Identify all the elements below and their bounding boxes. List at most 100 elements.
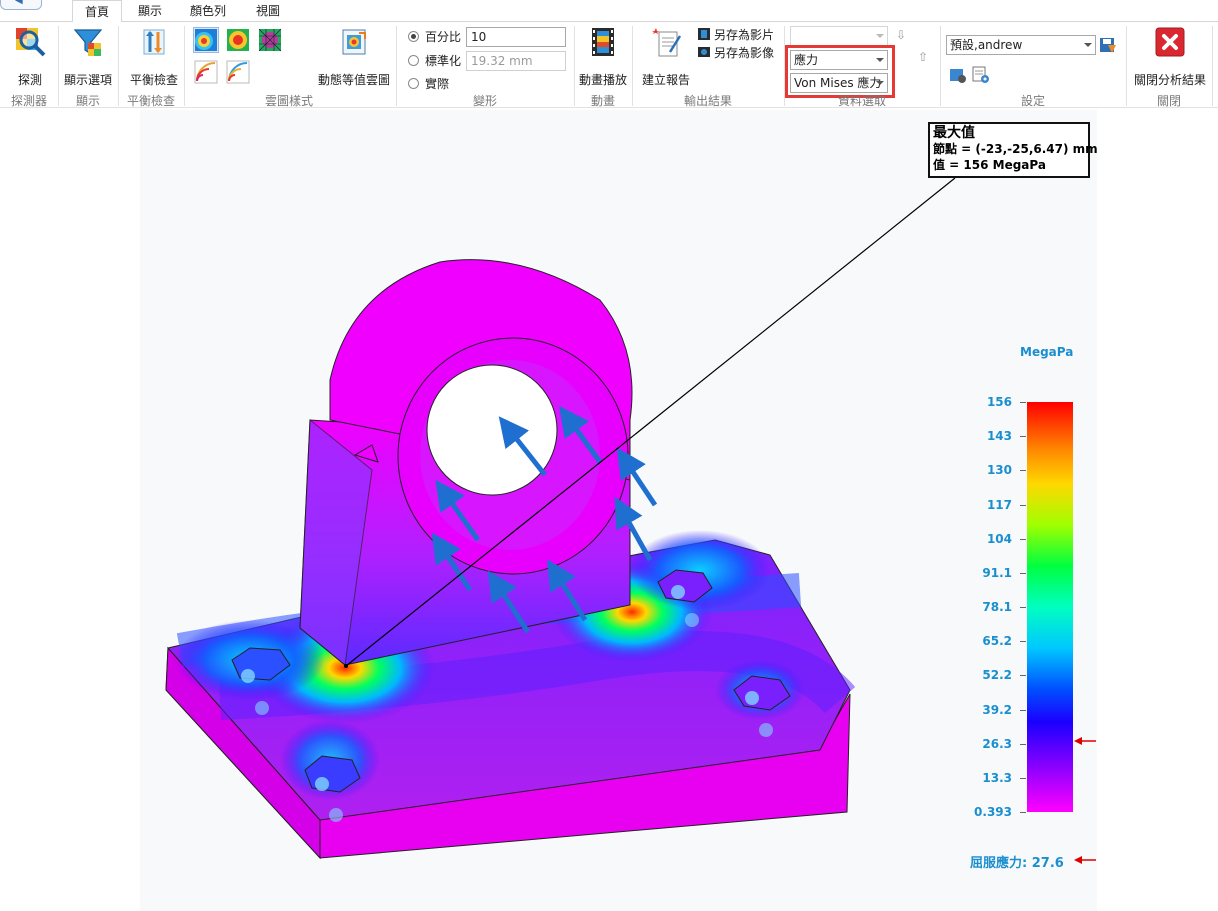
legend-tick-mark xyxy=(1020,607,1026,608)
filled-line-contour-icon xyxy=(226,60,250,84)
legend-color-bar xyxy=(1027,402,1073,812)
legend-tick-mark xyxy=(1020,402,1026,403)
dynamic-contour-icon xyxy=(342,29,366,55)
legend-tick-mark xyxy=(1020,743,1026,745)
save-settings-icon[interactable] xyxy=(1099,36,1117,54)
legend-tick-mark xyxy=(1020,504,1026,506)
close-x-icon xyxy=(1155,27,1185,57)
legend-tick-label: 65.2 xyxy=(982,634,1012,649)
highlight-box xyxy=(785,45,895,98)
legend-tick-label: 143 xyxy=(986,429,1012,444)
film-icon xyxy=(592,28,614,56)
yield-label-arrow-icon xyxy=(1074,856,1096,864)
animation-play-button[interactable]: 動畫播放 xyxy=(579,26,627,87)
create-report-button[interactable]: 建立報告 xyxy=(642,26,690,87)
legend-tick-label: 130 xyxy=(986,463,1012,478)
legend-tick-mark xyxy=(1020,538,1026,540)
app-menu-button[interactable]: ◀ xyxy=(0,0,42,10)
prev-up-arrow-icon[interactable]: ⇧ xyxy=(918,50,928,64)
probe-button-label: 探測 xyxy=(17,73,43,87)
yield-stress-label: 屈服應力: 27.6 xyxy=(970,856,1064,871)
legend-tick-label: 26.3 xyxy=(982,736,1012,751)
max-value-callout: 最大值 節點 = (-23,-25,6.47) mm 值 = 156 MegaP… xyxy=(928,122,1098,178)
group-label-animation: 動畫 xyxy=(590,94,615,108)
magnifier-icon xyxy=(16,28,46,57)
tab-color-bar[interactable]: 顏色列 xyxy=(178,0,238,22)
next-down-arrow-icon[interactable]: ⇩ xyxy=(896,28,906,42)
callout-title: 最大值 xyxy=(933,125,975,141)
profile-value: 預設,andrew xyxy=(950,38,1023,52)
contour-style-filled[interactable] xyxy=(193,27,219,53)
legend-tick-label: 91.1 xyxy=(982,565,1012,580)
deform-normalized-label: 標準化 xyxy=(425,54,462,68)
display-options-label: 顯示選項 xyxy=(63,73,113,87)
deform-percent-label: 百分比 xyxy=(425,30,462,44)
result-set-select[interactable] xyxy=(790,26,888,46)
group-label-output: 輸出結果 xyxy=(683,94,732,108)
filled-contour-icon xyxy=(195,29,217,51)
gear-icon[interactable] xyxy=(972,66,990,84)
close-analysis-label: 關閉分析結果 xyxy=(1133,73,1207,87)
save-as-movie-button[interactable]: 另存為影片 xyxy=(714,26,774,43)
legend-unit: MegaPa xyxy=(1020,345,1074,359)
legend-tick-mark xyxy=(1020,572,1026,574)
smooth-contour-icon xyxy=(227,29,249,51)
close-analysis-button[interactable]: 關閉分析結果 xyxy=(1134,26,1206,87)
deform-normalized-input[interactable]: 19.32 mm xyxy=(466,51,566,71)
balance-check-icon xyxy=(143,29,165,55)
legend-tick-label: 104 xyxy=(986,531,1012,546)
balance-check-button[interactable]: 平衡檢查 xyxy=(130,26,178,87)
group-label-settings: 設定 xyxy=(1020,94,1045,108)
dynamic-contour-button[interactable]: 動態等值雲圖 xyxy=(318,26,390,87)
ribbon-tab-bar: ◀ 首頁 顯示 顏色列 視圖 xyxy=(0,0,1218,23)
group-label-close: 關閉 xyxy=(1156,94,1181,108)
balance-check-label: 平衡檢查 xyxy=(129,73,179,87)
contour-style-filled-lines[interactable] xyxy=(226,60,250,84)
callout-node: 節點 = (-23,-25,6.47) mm xyxy=(933,142,1098,156)
deform-actual-radio[interactable] xyxy=(408,78,419,89)
probe-button[interactable]: 探測 xyxy=(10,26,50,87)
save-image-icon xyxy=(698,47,710,57)
contour-style-mesh[interactable] xyxy=(258,28,282,52)
callout-value: 值 = 156 MegaPa xyxy=(933,158,1046,172)
animation-play-label: 動畫播放 xyxy=(578,73,628,87)
legend-tick-label: 13.3 xyxy=(982,770,1012,785)
group-label-deform: 變形 xyxy=(472,94,497,108)
contour-style-smooth[interactable] xyxy=(226,28,250,52)
group-label-probe: 探測器 xyxy=(10,94,47,108)
deform-normalized-radio[interactable] xyxy=(408,55,419,66)
line-contour-icon xyxy=(194,60,218,84)
dynamic-contour-label: 動態等值雲圖 xyxy=(317,73,391,87)
tab-view[interactable]: 視圖 xyxy=(244,0,292,22)
legend-tick-label: 52.2 xyxy=(982,668,1012,683)
legend-tick-mark xyxy=(1020,641,1026,643)
tab-home[interactable]: 首頁 xyxy=(72,0,123,23)
group-label-data-selection: 資料選取 xyxy=(837,94,886,108)
report-icon xyxy=(652,28,682,57)
legend-tick-mark xyxy=(1020,777,1026,779)
deform-percent-radio[interactable] xyxy=(408,31,419,42)
contour-style-lines[interactable] xyxy=(194,60,218,84)
legend-tick-label: 117 xyxy=(986,497,1012,512)
group-label-contour-style: 雲圖樣式 xyxy=(264,94,313,108)
legend-tick-mark xyxy=(1020,470,1026,472)
legend-tick-label: 156 xyxy=(986,395,1012,409)
deform-actual-label: 實際 xyxy=(425,77,450,91)
legend-tick-mark xyxy=(1020,436,1026,438)
legend-tick-label: 39.2 xyxy=(982,702,1012,717)
ribbon: 探測 探測器 顯示選項 顯示 平衡檢查 平衡檢查 動態等值雲圖 雲圖樣式 百分比… xyxy=(0,22,1218,108)
display-options-button[interactable]: 顯示選項 xyxy=(64,26,112,87)
tab-display[interactable]: 顯示 xyxy=(126,0,174,22)
deform-percent-input[interactable]: 10 xyxy=(466,27,566,47)
group-label-display: 顯示 xyxy=(75,94,100,108)
group-label-balance: 平衡檢查 xyxy=(126,94,175,108)
mesh-contour-icon xyxy=(258,28,282,52)
legend-tick-mark xyxy=(1020,812,1026,813)
funnel-icon xyxy=(73,29,103,56)
settings-manage-icon[interactable] xyxy=(949,66,967,84)
legend-tick-label: 0.393 xyxy=(974,805,1012,819)
legend-tick-mark xyxy=(1020,709,1026,711)
profile-select[interactable]: 預設,andrew xyxy=(946,35,1096,55)
yield-marker-arrow-icon xyxy=(1074,737,1096,745)
save-as-image-button[interactable]: 另存為影像 xyxy=(714,44,774,61)
